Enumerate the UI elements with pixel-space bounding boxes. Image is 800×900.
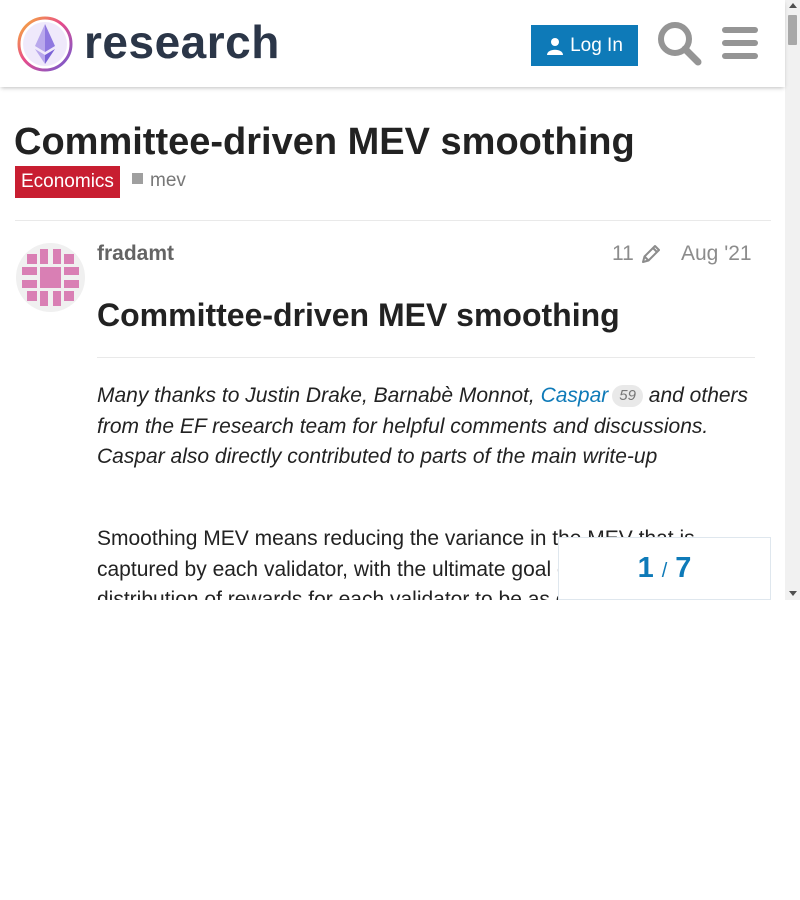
- browser-viewport: research Log In Committee-driven MEV smo…: [0, 0, 800, 600]
- ack-text-before: Many thanks to Justin Drake, Barnabè Mon…: [97, 384, 541, 407]
- search-icon[interactable]: [656, 20, 702, 66]
- tag-square-icon: [132, 173, 143, 185]
- topic-title[interactable]: Committee-driven MEV smoothing: [14, 118, 635, 166]
- user-icon: [547, 37, 564, 55]
- scroll-up-arrow-icon[interactable]: [789, 3, 797, 8]
- edit-count: 11: [612, 242, 634, 265]
- pencil-icon: [641, 245, 660, 263]
- progress-separator: /: [661, 560, 668, 582]
- post-username[interactable]: fradamt: [97, 240, 174, 268]
- post-heading: Committee-driven MEV smoothing: [97, 297, 620, 333]
- divider: [97, 357, 755, 358]
- divider: [15, 220, 771, 221]
- tag-mev[interactable]: mev: [132, 166, 186, 198]
- login-button[interactable]: Log In: [531, 25, 638, 66]
- acknowledgement-text: Many thanks to Justin Drake, Barnabè Mon…: [97, 381, 757, 473]
- post-edit-history[interactable]: 11: [612, 240, 662, 268]
- progress-current: 1: [637, 552, 654, 584]
- post-date[interactable]: Aug '21: [681, 240, 752, 268]
- topic-progress-indicator[interactable]: 1 / 7: [558, 537, 771, 600]
- avatar[interactable]: [16, 243, 85, 312]
- scroll-down-arrow-icon[interactable]: [789, 591, 797, 596]
- mention-click-count: 59: [612, 385, 643, 407]
- tag-label: mev: [150, 170, 186, 191]
- category-badge[interactable]: Economics: [15, 166, 120, 198]
- login-button-label: Log In: [570, 34, 623, 56]
- site-header: research Log In: [0, 0, 785, 87]
- progress-total: 7: [675, 552, 692, 584]
- hamburger-menu-icon[interactable]: [720, 24, 760, 62]
- scrollbar-thumb[interactable]: [788, 15, 797, 45]
- mention-link-caspar[interactable]: Caspar: [541, 384, 609, 407]
- scrollbar[interactable]: [785, 0, 800, 600]
- site-name[interactable]: research: [84, 14, 280, 70]
- site-logo[interactable]: [16, 15, 74, 73]
